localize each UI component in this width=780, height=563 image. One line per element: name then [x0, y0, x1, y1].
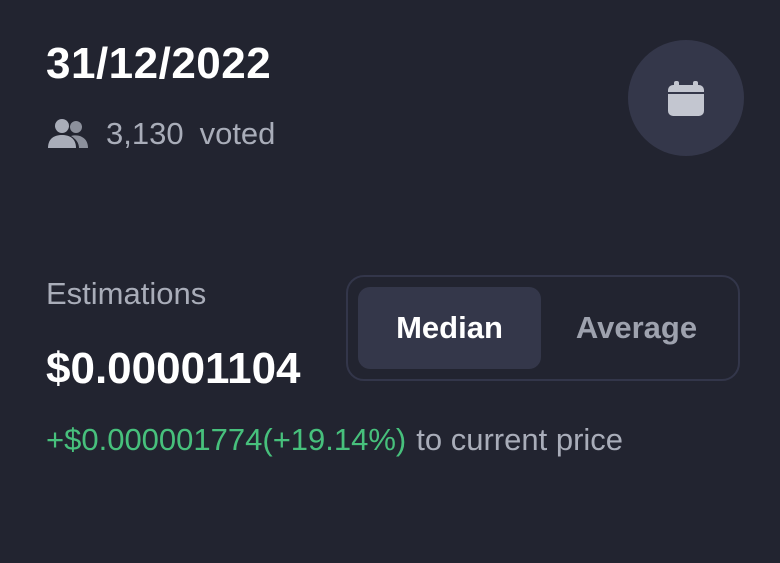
price-difference: +$0.000001774(+19.14%) to current price	[46, 418, 623, 462]
users-icon	[46, 116, 90, 152]
prediction-date: 31/12/2022	[46, 39, 272, 88]
estimations-label: Estimations	[46, 276, 207, 311]
difference-value: +$0.000001774(+19.14%)	[46, 422, 407, 457]
difference-suffix: to current price	[416, 422, 624, 457]
estimation-mode-toggle: Median Average	[346, 275, 740, 381]
voted-count: 3,130	[106, 116, 184, 151]
median-button[interactable]: Median	[358, 287, 541, 369]
voted-label: voted	[199, 116, 276, 151]
calendar-icon	[668, 81, 704, 116]
voted-summary: 3,130 voted	[46, 112, 275, 156]
calendar-button[interactable]	[628, 40, 744, 156]
average-button[interactable]: Average	[545, 287, 728, 369]
estimation-value: $0.00001104	[46, 344, 301, 393]
prediction-card: 31/12/2022 3,130 voted Estimations Media…	[0, 0, 780, 563]
